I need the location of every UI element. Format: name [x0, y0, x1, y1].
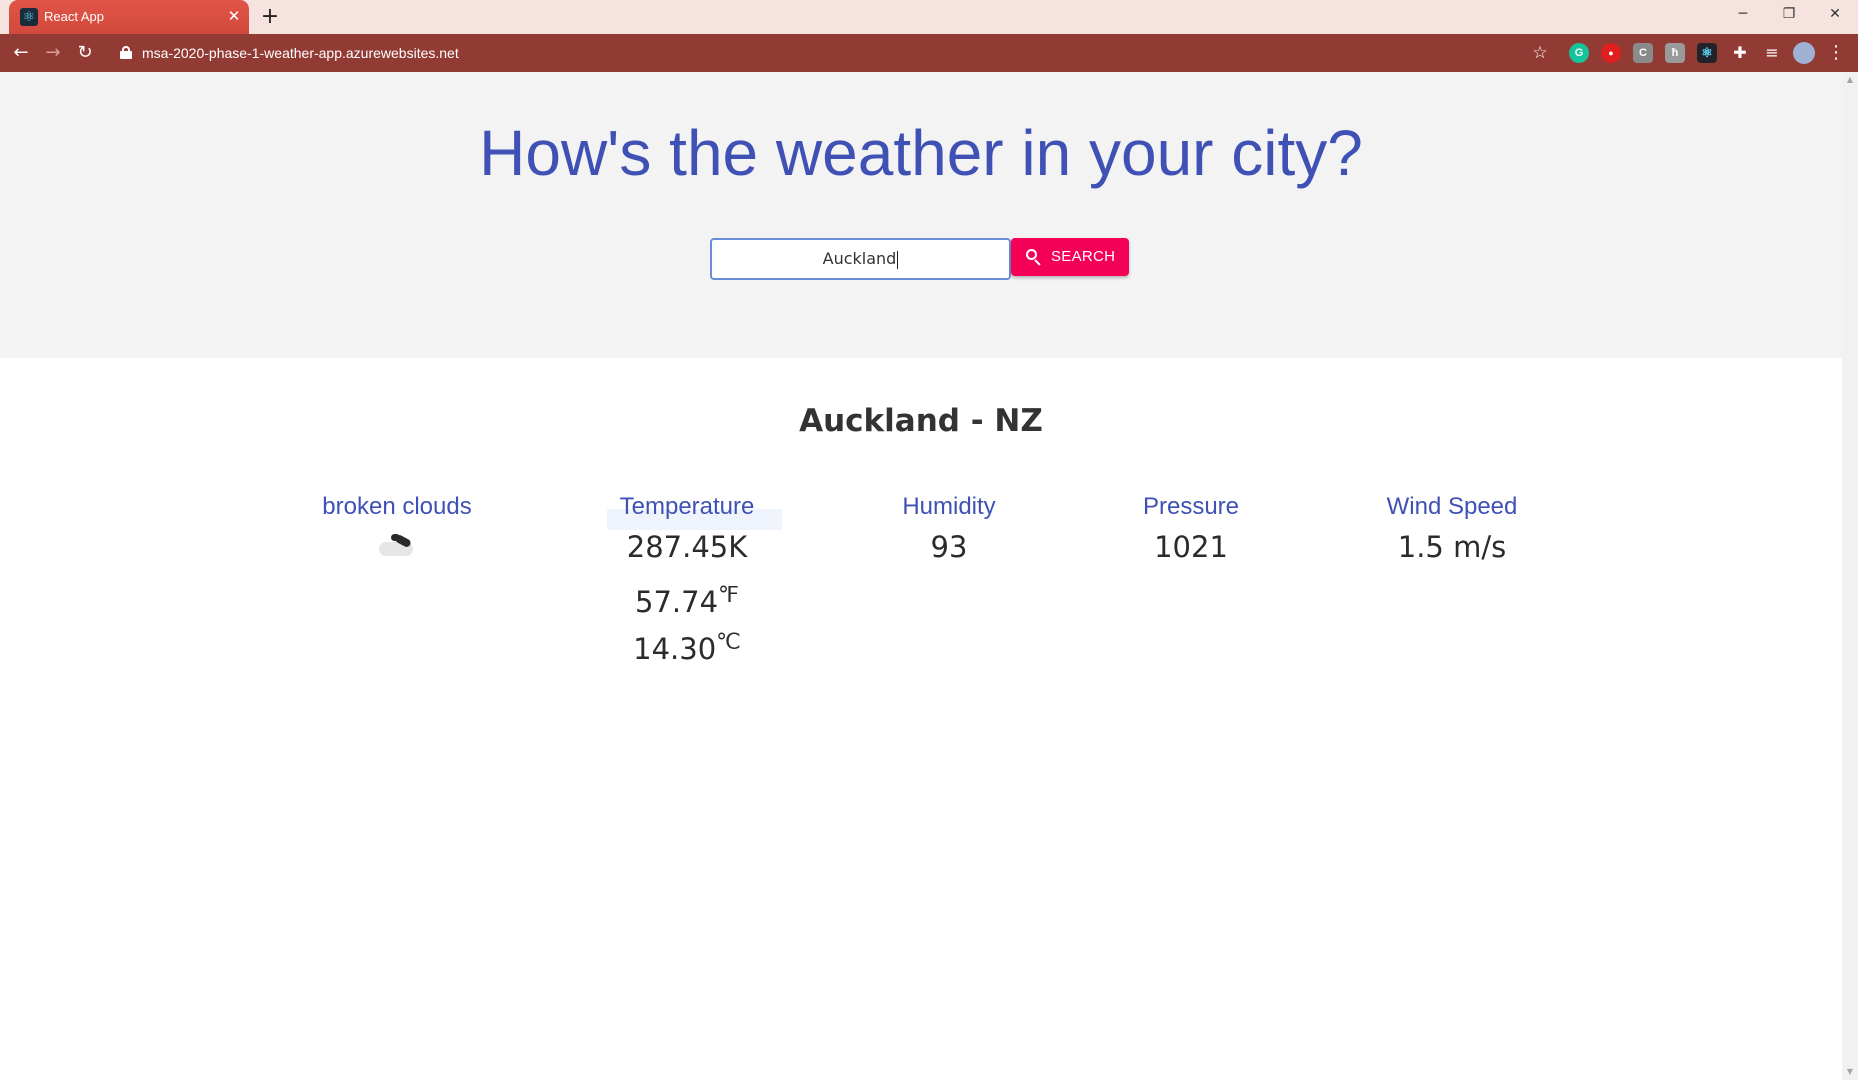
search-button-label: SEARCH	[1051, 248, 1116, 265]
back-button[interactable]: ←	[8, 40, 34, 66]
conditions-column: broken clouds	[267, 490, 527, 560]
wind-speed-value: 1.5 m/s	[1397, 530, 1507, 564]
react-devtools-icon[interactable]: ⚛	[1697, 43, 1717, 63]
new-tab-button[interactable]: +	[257, 5, 283, 31]
text-caret	[897, 250, 899, 269]
pressure-label: Pressure	[1142, 493, 1240, 520]
extensions-puzzle-icon[interactable]: ✚	[1727, 40, 1753, 66]
temperature-fahrenheit: 57.74℉	[557, 571, 817, 619]
react-favicon-icon: ⚛	[20, 8, 38, 26]
temperature-label: Temperature	[619, 493, 755, 520]
close-window-button[interactable]: ✕	[1812, 0, 1858, 30]
scroll-up-icon[interactable]: ▲	[1842, 72, 1858, 88]
celsius-unit: ℃	[716, 629, 741, 654]
url-text[interactable]: msa-2020-phase-1-weather-app.azurewebsit…	[142, 45, 459, 61]
fahrenheit-value: 57.74	[635, 585, 719, 619]
profile-avatar[interactable]	[1793, 42, 1815, 64]
temperature-column: Temperature 287.45K 57.74℉ 14.30℃	[557, 490, 817, 666]
page-title: How's the weather in your city?	[479, 117, 1363, 189]
h-extension-icon[interactable]: ħ	[1665, 43, 1685, 63]
location-heading: Auckland - NZ	[799, 403, 1043, 439]
browser-menu-icon[interactable]: ⋮	[1823, 40, 1849, 66]
pressure-column: Pressure 1021	[1061, 490, 1321, 571]
hero-section: How's the weather in your city? Auckland…	[0, 72, 1842, 358]
celsius-value: 14.30	[633, 632, 717, 666]
tab-title: React App	[44, 9, 104, 24]
search-button[interactable]: SEARCH	[1011, 238, 1129, 276]
c-extension-icon[interactable]: C	[1633, 43, 1653, 63]
temperature-kelvin: 287.45K	[626, 530, 748, 564]
search-input-value: Auckland	[822, 249, 897, 268]
wind-speed-label: Wind Speed	[1386, 493, 1518, 520]
media-queue-icon[interactable]: ≡	[1759, 40, 1785, 66]
forward-button[interactable]: →	[40, 40, 66, 66]
fahrenheit-unit: ℉	[718, 582, 739, 607]
humidity-column: Humidity 93	[819, 490, 1079, 571]
minimize-button[interactable]: ─	[1720, 0, 1766, 30]
browser-tab-strip: ⚛ React App ✕ + ─ ❐ ✕	[0, 0, 1858, 34]
broken-clouds-icon	[377, 532, 417, 560]
page-scrollbar[interactable]: ▲ ▼	[1842, 72, 1858, 1080]
wind-speed-column: Wind Speed 1.5 m/s	[1322, 490, 1582, 571]
bookmark-star-icon[interactable]: ☆	[1527, 40, 1553, 66]
page-content: How's the weather in your city? Auckland…	[0, 72, 1842, 1080]
red-extension-icon[interactable]: ●	[1601, 43, 1621, 63]
address-bar[interactable]: msa-2020-phase-1-weather-app.azurewebsit…	[110, 38, 1550, 68]
reload-button[interactable]: ↻	[72, 40, 98, 66]
browser-tab[interactable]: ⚛ React App ✕	[9, 0, 249, 34]
browser-toolbar: ← → ↻ msa-2020-phase-1-weather-app.azure…	[0, 34, 1858, 72]
grammarly-extension-icon[interactable]: G	[1569, 43, 1589, 63]
humidity-value: 93	[930, 530, 968, 564]
city-search-input[interactable]: Auckland	[710, 238, 1011, 280]
restore-button[interactable]: ❐	[1766, 0, 1812, 30]
scroll-down-icon[interactable]: ▼	[1842, 1064, 1858, 1080]
temperature-celsius: 14.30℃	[557, 618, 817, 666]
humidity-label: Humidity	[902, 493, 996, 520]
conditions-label: broken clouds	[322, 493, 472, 520]
search-icon	[1026, 249, 1042, 266]
pressure-value: 1021	[1154, 530, 1228, 564]
tab-close-icon[interactable]: ✕	[225, 7, 243, 25]
lock-icon[interactable]	[120, 46, 132, 59]
